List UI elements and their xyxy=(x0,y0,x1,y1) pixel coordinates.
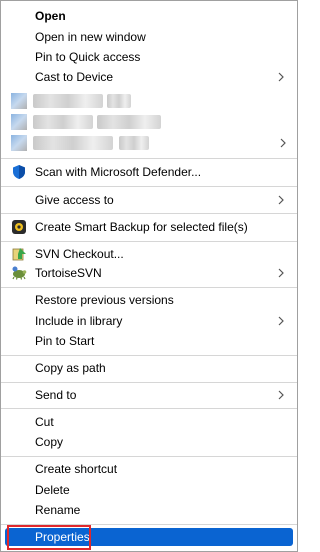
menu-item-copy[interactable]: Copy xyxy=(1,432,297,453)
blurred-menu-item[interactable] xyxy=(11,114,281,130)
context-menu: Open Open in new window Pin to Quick acc… xyxy=(0,0,298,552)
menu-item-delete[interactable]: Delete xyxy=(1,480,297,501)
menu-item-label: Create shortcut xyxy=(35,462,118,476)
menu-item-label: Cast to Device xyxy=(35,70,114,84)
menu-separator xyxy=(1,355,297,356)
menu-item-label: Scan with Microsoft Defender... xyxy=(35,165,202,179)
backup-icon xyxy=(12,220,26,234)
chevron-right-icon xyxy=(278,195,284,205)
menu-item-open[interactable]: Open xyxy=(1,6,297,27)
menu-item-scan-defender[interactable]: Scan with Microsoft Defender... xyxy=(1,162,297,183)
blurred-icon xyxy=(11,93,27,109)
menu-item-label: Cut xyxy=(35,415,54,429)
blurred-icon xyxy=(11,114,27,130)
menu-item-label: Create Smart Backup for selected file(s) xyxy=(35,220,248,234)
svn-checkout-icon xyxy=(12,248,26,261)
menu-item-cast-to-device[interactable]: Cast to Device xyxy=(1,67,297,88)
menu-item-pin-quick-access[interactable]: Pin to Quick access xyxy=(1,47,297,68)
chevron-right-icon xyxy=(280,138,286,148)
menu-item-label: Include in library xyxy=(35,314,123,328)
menu-item-give-access[interactable]: Give access to xyxy=(1,190,297,211)
menu-item-tortoise-svn[interactable]: TortoiseSVN xyxy=(1,263,297,284)
menu-separator xyxy=(1,456,297,457)
menu-item-create-shortcut[interactable]: Create shortcut xyxy=(1,459,297,480)
menu-item-label: Rename xyxy=(35,503,81,517)
blurred-icon xyxy=(11,135,27,151)
menu-item-label: Copy xyxy=(35,435,64,449)
highlight-annotation-box xyxy=(7,525,91,550)
chevron-right-icon xyxy=(278,390,284,400)
menu-item-label: Send to xyxy=(35,388,77,402)
blurred-menu-item[interactable] xyxy=(11,93,281,109)
menu-item-label: Open in new window xyxy=(35,30,146,44)
blurred-menu-item[interactable] xyxy=(11,135,291,151)
chevron-right-icon xyxy=(278,316,284,326)
shield-icon xyxy=(13,165,25,179)
tortoise-icon xyxy=(12,266,27,280)
menu-item-label: Copy as path xyxy=(35,361,106,375)
menu-item-label: TortoiseSVN xyxy=(35,266,102,280)
menu-item-label: Open xyxy=(35,9,66,23)
chevron-right-icon xyxy=(278,268,284,278)
menu-separator xyxy=(1,186,297,187)
menu-item-label: SVN Checkout... xyxy=(35,247,124,261)
blurred-text xyxy=(97,115,161,129)
menu-item-cut[interactable]: Cut xyxy=(1,412,297,433)
menu-item-label: Pin to Quick access xyxy=(35,50,141,64)
menu-item-restore-previous[interactable]: Restore previous versions xyxy=(1,290,297,311)
menu-separator xyxy=(1,241,297,242)
menu-separator xyxy=(1,382,297,383)
menu-item-rename[interactable]: Rename xyxy=(1,500,297,521)
blurred-text xyxy=(33,94,103,108)
blurred-text xyxy=(107,94,131,108)
menu-item-label: Delete xyxy=(35,483,70,497)
blurred-text xyxy=(33,136,113,150)
menu-separator xyxy=(1,213,297,214)
blurred-text xyxy=(33,115,93,129)
menu-item-label: Pin to Start xyxy=(35,334,95,348)
menu-item-copy-as-path[interactable]: Copy as path xyxy=(1,358,297,379)
menu-item-pin-to-start[interactable]: Pin to Start xyxy=(1,331,297,352)
menu-item-open-new-window[interactable]: Open in new window xyxy=(1,27,297,48)
menu-separator xyxy=(1,408,297,409)
menu-item-include-library[interactable]: Include in library xyxy=(1,311,297,332)
menu-item-label: Give access to xyxy=(35,193,114,207)
menu-item-label: Restore previous versions xyxy=(35,293,174,307)
chevron-right-icon xyxy=(278,72,284,82)
menu-item-send-to[interactable]: Send to xyxy=(1,385,297,406)
menu-item-smart-backup[interactable]: Create Smart Backup for selected file(s) xyxy=(1,217,297,238)
blurred-text xyxy=(119,136,149,150)
menu-item-svn-checkout[interactable]: SVN Checkout... xyxy=(1,244,297,265)
menu-separator xyxy=(1,158,297,159)
menu-separator xyxy=(1,287,297,288)
